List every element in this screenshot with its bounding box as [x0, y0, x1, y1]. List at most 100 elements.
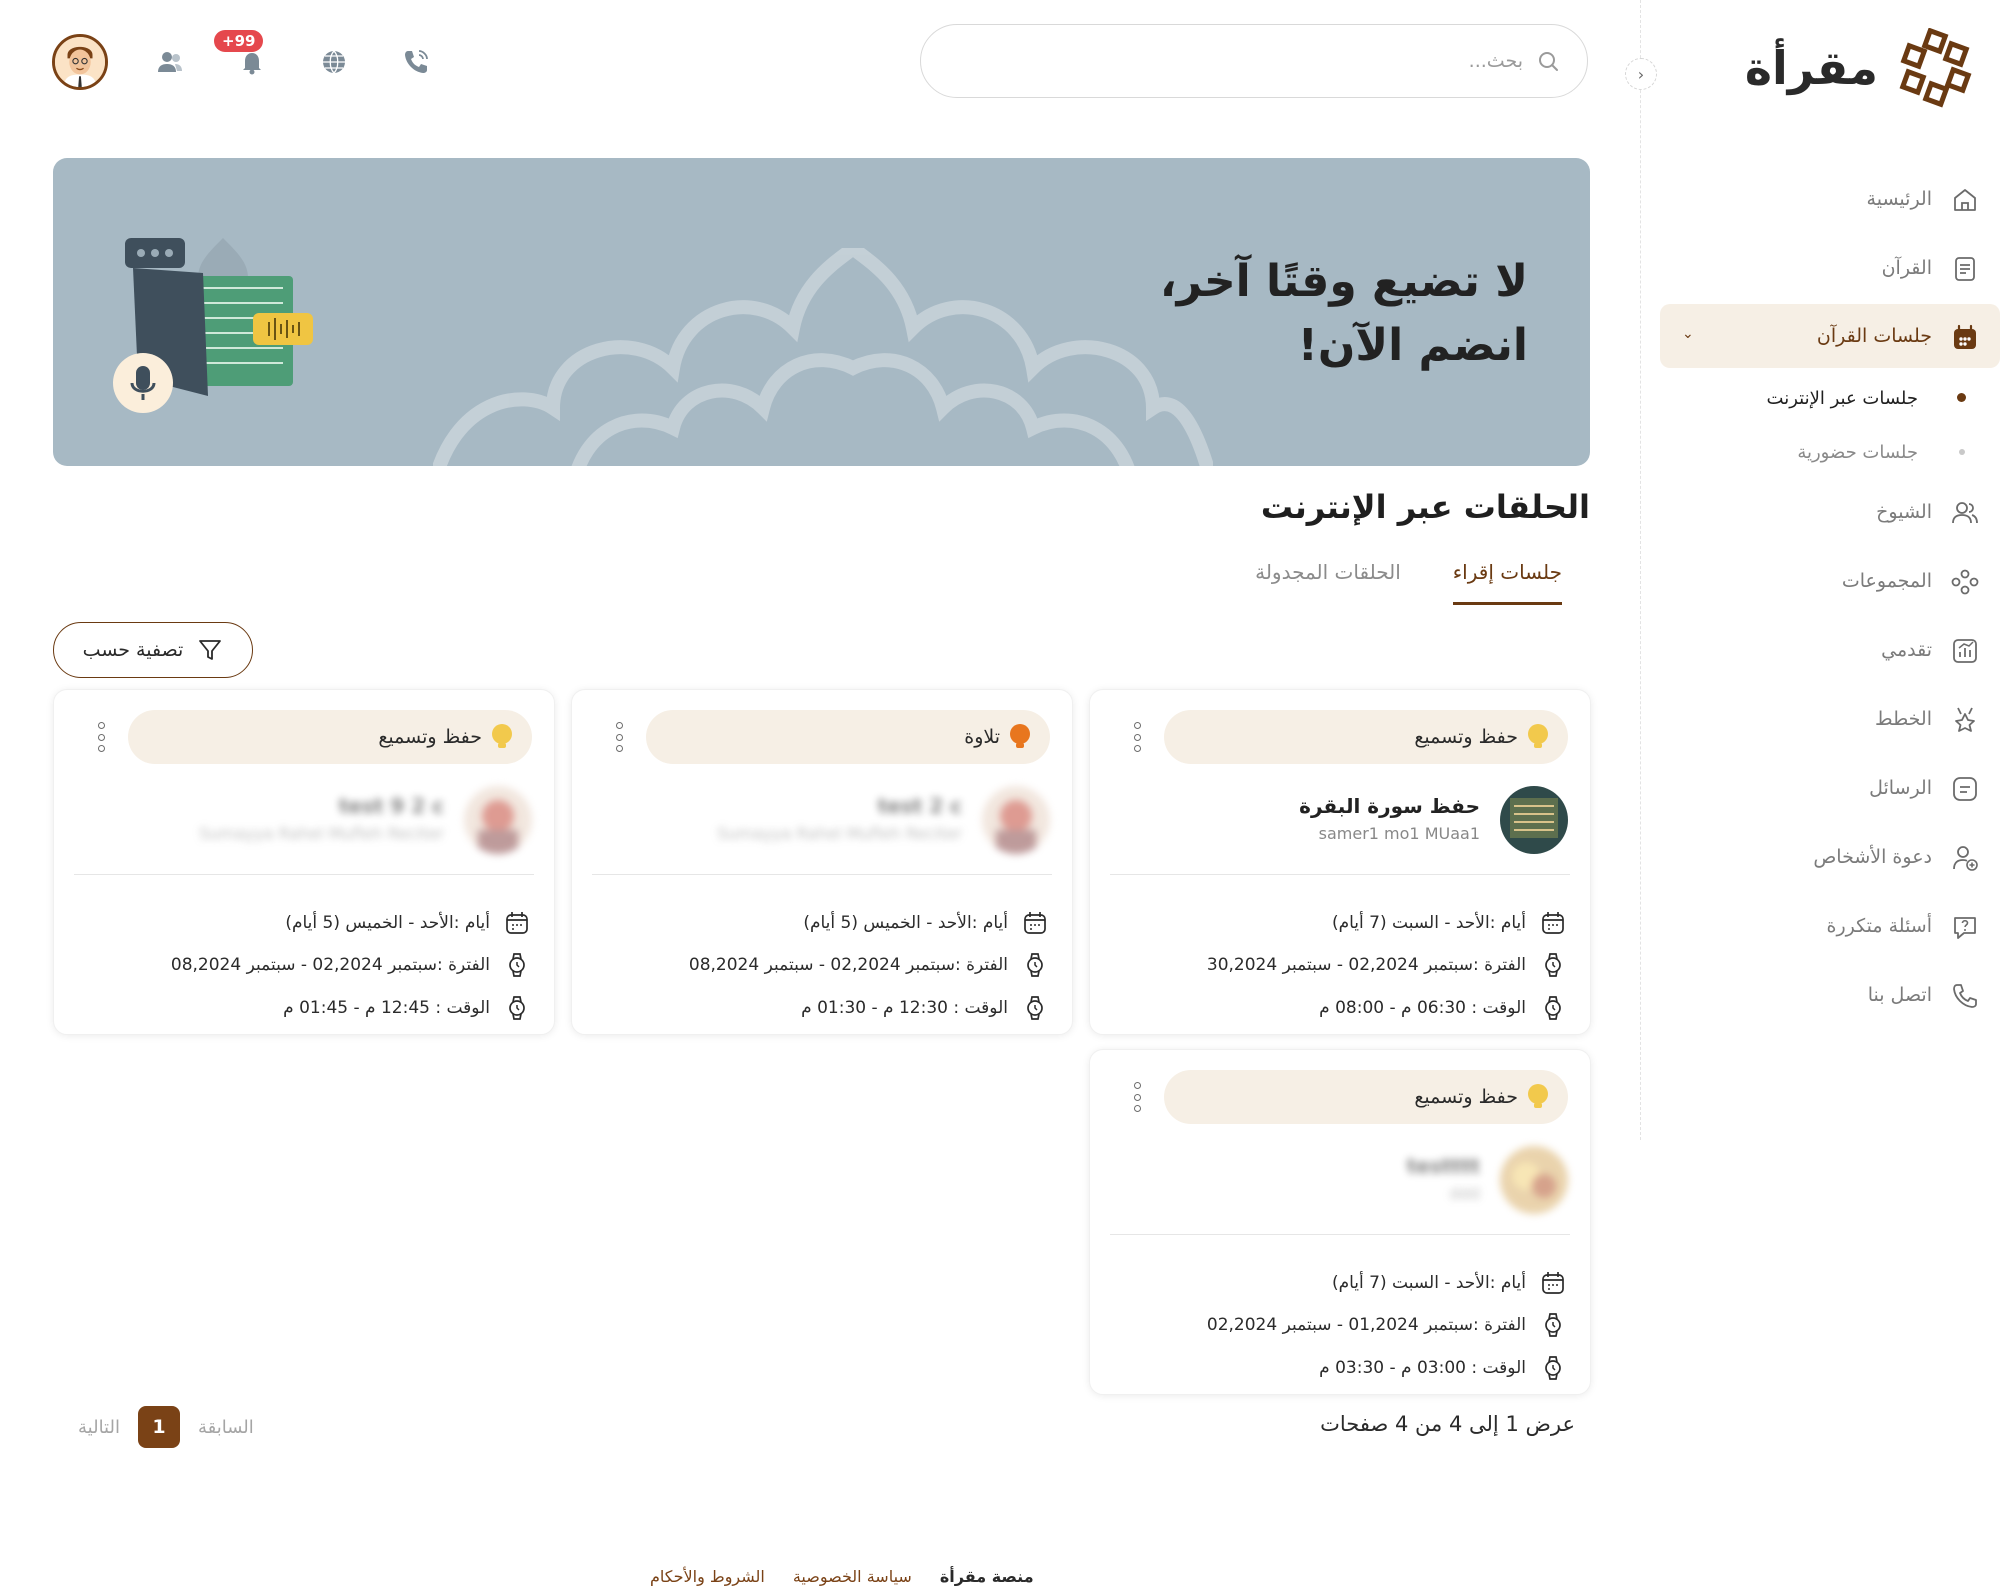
question-icon	[1954, 917, 1976, 939]
teacher-subtitle: Sumayya Rahel Mufleh Reciter	[199, 824, 444, 843]
privacy-link[interactable]: سياسة الخصوصية	[793, 1567, 912, 1586]
session-days: أيام :الأحد - الخميس (5 أيام)	[285, 910, 530, 936]
days-text: أيام :الأحد - الخميس (5 أيام)	[285, 913, 490, 933]
home-icon	[1954, 189, 1976, 211]
sidebar-item-quran[interactable]: القرآن	[1660, 235, 2000, 301]
chevron-left-icon: ‹	[1637, 64, 1645, 84]
session-type-chip: حفظ وتسميع	[128, 710, 532, 764]
sidebar-item-messages[interactable]: الرسائل	[1660, 755, 2000, 821]
teacher-subtitle: Sumayya Rahel Mufleh Reciter	[717, 824, 962, 843]
quran-audio-illustration	[113, 238, 313, 413]
session-card[interactable]: حفظ وتسميع testttt ddd أيام :الأحد - الس…	[1089, 1049, 1591, 1395]
teacher-photo	[1500, 1146, 1568, 1214]
teacher-name: testttt	[1406, 1154, 1480, 1178]
teacher-photo	[1500, 786, 1568, 854]
footer-brand: منصة مقرأة	[939, 1567, 1034, 1586]
groups-icon	[1951, 569, 1979, 595]
bulb-icon	[1528, 1084, 1548, 1108]
more-options-icon[interactable]	[96, 722, 106, 752]
sidebar-item-progress[interactable]: تقدمي	[1660, 617, 2000, 683]
sidebar-subitem-label: جلسات عبر الإنترنت	[1766, 387, 1918, 409]
watch-icon	[1027, 996, 1043, 1020]
session-card[interactable]: حفظ وتسميع test 9 2 c Sumayya Rahel Mufl…	[53, 689, 555, 1035]
sidebar-item-faq[interactable]: أسئلة متكررة	[1660, 893, 2000, 959]
sidebar-item-plans[interactable]: الخطط	[1660, 686, 2000, 752]
terms-link[interactable]: الشروط والأحكام	[650, 1567, 765, 1586]
period-text: الفترة :سبتمبر 02,2024 - سبتمبر 30,2024	[1206, 955, 1526, 975]
session-period: الفترة :سبتمبر 01,2024 - سبتمبر 02,2024	[1207, 1312, 1566, 1338]
session-type-chip: حفظ وتسميع	[1164, 1070, 1568, 1124]
days-text: أيام :الأحد - السبت (7 أيام)	[1331, 913, 1526, 933]
message-icon	[1953, 777, 1977, 801]
tab-scheduled-circles[interactable]: الحلقات المجدولة	[1255, 560, 1401, 605]
bullet-icon	[1959, 449, 1965, 455]
session-teacher: حفظ سورة البقرة samer1 mo1 MUaa1	[1110, 786, 1568, 856]
sidebar-item-label: القرآن	[1881, 257, 1932, 279]
watch-icon	[1545, 953, 1561, 977]
contacts-button[interactable]	[150, 42, 190, 82]
search-input[interactable]: بحث...	[920, 24, 1588, 98]
session-teacher: test 2 c Sumayya Rahel Mufleh Reciter	[592, 786, 1050, 856]
teacher-name: test 2 c	[877, 794, 962, 818]
logo[interactable]: مقرأة	[1745, 28, 1976, 108]
days-text: أيام :الأحد - السبت (7 أيام)	[1331, 1273, 1526, 1293]
watch-icon	[1545, 996, 1561, 1020]
calendar-icon	[1954, 324, 1976, 349]
sidebar-item-home[interactable]: الرئيسية	[1660, 166, 2000, 232]
session-card[interactable]: حفظ وتسميع حفظ سورة البقرة samer1 mo1 MU…	[1089, 689, 1591, 1035]
logo-mark-icon	[1899, 28, 1972, 108]
teacher-photo	[464, 786, 532, 854]
session-days: أيام :الأحد - السبت (7 أيام)	[1332, 1270, 1566, 1296]
bulb-icon	[1010, 724, 1030, 748]
sidebar-subitem-in-person[interactable]: جلسات حضورية	[1660, 425, 2000, 479]
promo-banner: لا تضيع وقتًا آخر، انضم الآن!	[53, 158, 1590, 466]
search-icon	[1539, 52, 1558, 71]
tab-iqraa-sessions[interactable]: جلسات إقراء	[1452, 560, 1562, 605]
notifications-button[interactable]: +99	[214, 30, 272, 82]
more-options-icon[interactable]	[1132, 1082, 1142, 1112]
time-text: الوقت : 03:00 م - 03:30 م	[1319, 1358, 1526, 1378]
watch-icon	[1545, 1313, 1561, 1337]
avatar[interactable]	[52, 34, 108, 90]
globe-icon	[323, 50, 345, 74]
page-number-button[interactable]: 1	[137, 1406, 180, 1448]
days-text: أيام :الأحد - الخميس (5 أيام)	[803, 913, 1008, 933]
teacher-name: حفظ سورة البقرة	[1299, 794, 1480, 818]
next-page-button[interactable]: التالية	[78, 1417, 120, 1438]
sidebar-item-invite[interactable]: دعوة الأشخاص	[1660, 824, 2000, 890]
sidebar-item-contact[interactable]: اتصل بنا	[1660, 962, 2000, 1028]
sidebar-nav: الرئيسية القرآن جلسات القرآن ⌄ جلسات عبر…	[1660, 166, 2000, 1031]
sidebar-item-label: الشيوخ	[1876, 501, 1932, 523]
session-tabs: جلسات إقراء الحلقات المجدولة	[1255, 560, 1562, 605]
divider	[1110, 1234, 1570, 1235]
calendar-icon	[1542, 912, 1564, 934]
session-teacher: test 9 2 c Sumayya Rahel Mufleh Reciter	[74, 786, 532, 856]
more-options-icon[interactable]	[614, 722, 624, 752]
period-text: الفترة :سبتمبر 01,2024 - سبتمبر 02,2024	[1206, 1315, 1526, 1335]
session-days: أيام :الأحد - الخميس (5 أيام)	[803, 910, 1048, 936]
session-period: الفترة :سبتمبر 02,2024 - سبتمبر 08,2024	[171, 952, 530, 978]
session-type-chip: تلاوة	[646, 710, 1050, 764]
sidebar-item-label: دعوة الأشخاص	[1813, 846, 1932, 868]
language-button[interactable]	[314, 42, 354, 82]
sidebar-item-groups[interactable]: المجموعات	[1660, 548, 2000, 614]
session-card[interactable]: تلاوة test 2 c Sumayya Rahel Mufleh Reci…	[571, 689, 1073, 1035]
banner-line-2: انضم الآن!	[1297, 320, 1528, 371]
chart-icon	[1953, 639, 1977, 663]
sidebar-item-quran-sessions[interactable]: جلسات القرآن ⌄	[1660, 304, 2000, 368]
call-button[interactable]	[396, 42, 436, 82]
more-options-icon[interactable]	[1132, 722, 1142, 752]
sidebar-item-sheikhs[interactable]: الشيوخ	[1660, 479, 2000, 545]
time-text: الوقت : 12:45 م - 01:45 م	[283, 998, 490, 1018]
sidebar-collapse-button[interactable]: ‹	[1625, 58, 1657, 90]
bulb-icon	[492, 724, 512, 748]
divider	[74, 874, 534, 875]
calendar-icon	[1024, 912, 1046, 934]
session-days: أيام :الأحد - السبت (7 أيام)	[1332, 910, 1566, 936]
session-period: الفترة :سبتمبر 02,2024 - سبتمبر 30,2024	[1207, 952, 1566, 978]
filter-button[interactable]: تصفية حسب	[53, 622, 253, 678]
teacher-photo	[982, 786, 1050, 854]
sidebar-subitem-online[interactable]: جلسات عبر الإنترنت	[1660, 371, 2000, 425]
teacher-subtitle: samer1 mo1 MUaa1	[1318, 824, 1480, 843]
prev-page-button[interactable]: السابقة	[198, 1417, 254, 1438]
